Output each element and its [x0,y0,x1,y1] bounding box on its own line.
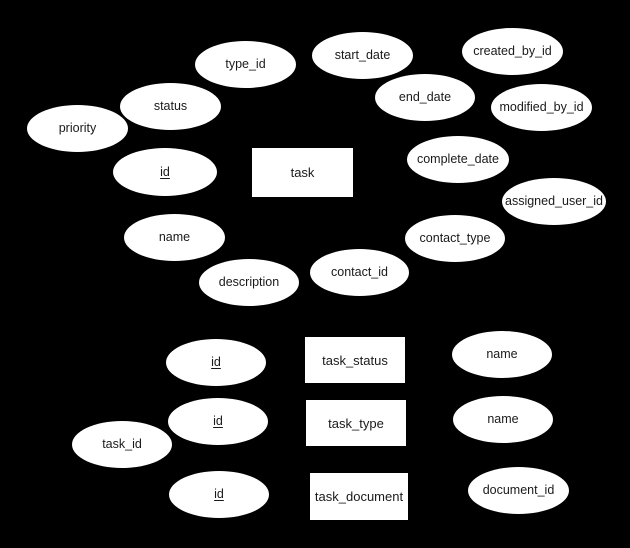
entity-task[interactable]: task [252,148,353,197]
attribute-label: contact_id [331,265,388,280]
attribute-status[interactable]: status [120,83,221,130]
attribute-modified-by-id[interactable]: modified_by_id [491,84,592,131]
entity-label: task [290,165,315,180]
attribute-label: name [487,412,519,427]
attribute-task-type-id-primary-key[interactable]: id [168,398,268,445]
attribute-type-id[interactable]: type_id [195,41,296,88]
attribute-label: status [153,99,188,114]
attribute-label: end_date [398,90,452,105]
attribute-label: name [158,230,191,245]
attribute-label: id [211,355,221,370]
attribute-task-id-foreign-key[interactable]: task_id [72,421,172,468]
attribute-start-date[interactable]: start_date [312,32,413,79]
er-diagram-canvas: task task_status task_type task_document… [0,0,630,548]
attribute-name-task[interactable]: name [124,214,225,261]
attribute-label: description [218,275,280,290]
attribute-task-type-name[interactable]: name [453,396,553,443]
attribute-complete-date[interactable]: complete_date [407,136,509,183]
attribute-label: start_date [334,48,391,63]
attribute-priority[interactable]: priority [27,105,128,152]
attribute-label: id [214,487,224,502]
attribute-label: created_by_id [473,44,552,59]
attribute-label: type_id [225,57,266,72]
attribute-label: complete_date [416,152,499,167]
attribute-label: id [160,164,170,179]
attribute-created-by-id[interactable]: created_by_id [462,28,563,75]
attribute-label: modified_by_id [499,100,584,115]
entity-label: task_status [322,352,388,368]
attribute-label: id [213,414,223,429]
attribute-contact-id[interactable]: contact_id [310,249,409,296]
entity-task-status[interactable]: task_status [305,337,405,383]
attribute-assigned-user-id[interactable]: assigned_user_id [502,178,606,225]
attribute-task-status-name[interactable]: name [452,331,552,378]
entity-label: task_document [314,489,404,504]
entity-task-type[interactable]: task_type [306,400,406,446]
attribute-description[interactable]: description [199,259,299,306]
attribute-label: task_id [102,437,142,452]
attribute-label: name [486,347,518,362]
attribute-document-id[interactable]: document_id [468,467,569,514]
entity-task-document[interactable]: task_document [310,473,408,520]
attribute-task-document-id-primary-key[interactable]: id [169,471,269,518]
attribute-label: contact_type [419,231,491,246]
attribute-label: priority [58,121,97,136]
attribute-contact-type[interactable]: contact_type [405,215,505,262]
attribute-task-status-id-primary-key[interactable]: id [166,339,266,386]
attribute-label: document_id [482,483,555,498]
attribute-task-id-primary-key[interactable]: id [113,148,217,196]
attribute-end-date[interactable]: end_date [375,74,475,121]
attribute-label: assigned_user_id [505,194,603,209]
entity-label: task_type [328,415,384,431]
